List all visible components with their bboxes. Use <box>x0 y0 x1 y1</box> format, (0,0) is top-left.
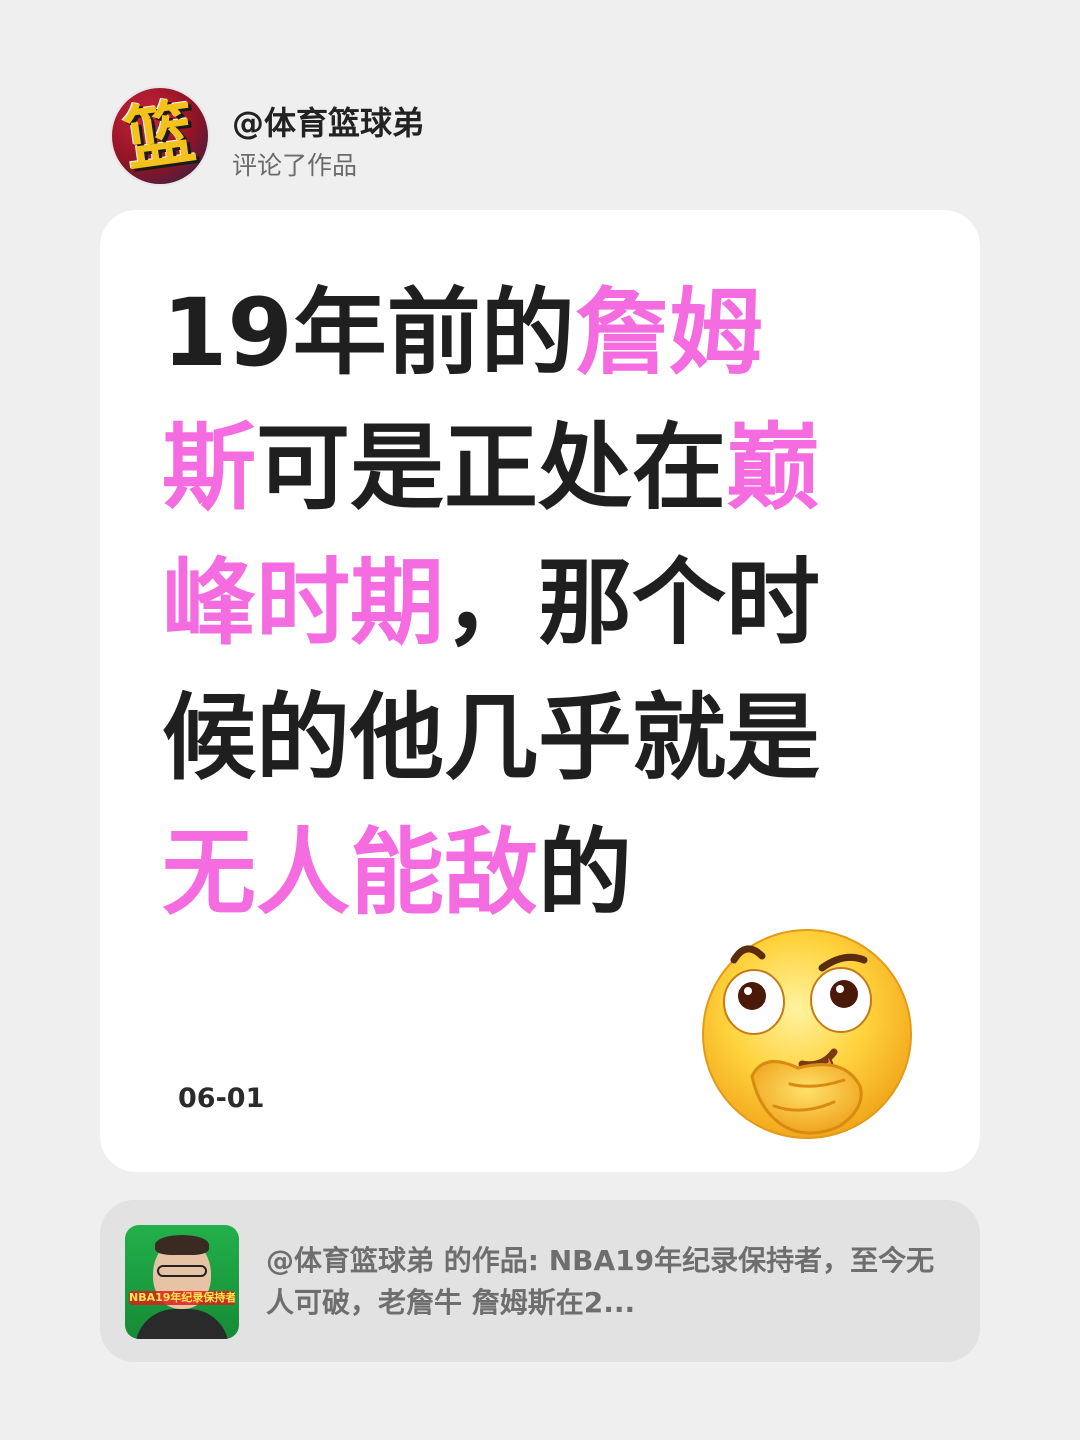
comment-segment: 19年前的 <box>162 279 575 388</box>
comment-card: 19年前的詹姆斯可是正处在巅峰时期，那个时候的他几乎就是无人能敌的 06-01 <box>100 210 980 1172</box>
comment-text: 19年前的詹姆斯可是正处在巅峰时期，那个时候的他几乎就是无人能敌的 <box>162 266 842 941</box>
work-description[interactable]: @体育篮球弟 的作品: NBA19年纪录保持者，至今无人可破，老詹牛 詹姆斯在2… <box>266 1240 946 1324</box>
thumb-caption: NBA19年纪录保持者 <box>129 1291 235 1305</box>
avatar-logo-glyph: 篮 <box>119 90 201 182</box>
comment-date: 06-01 <box>178 1083 265 1114</box>
comment-segment: 的 <box>538 819 633 928</box>
action-text: 评论了作品 <box>232 151 358 180</box>
comment-segment: 可是正处在 <box>256 414 727 523</box>
username[interactable]: @体育篮球弟 <box>232 98 424 144</box>
thinking-face-icon <box>702 929 912 1139</box>
avatar[interactable]: 篮 <box>112 88 208 184</box>
comment-header: 篮 @体育篮球弟 评论了作品 <box>112 88 812 188</box>
comment-highlight: 无人能敌 <box>162 819 539 928</box>
thumb-hair-shape <box>155 1235 209 1255</box>
work-thumbnail[interactable]: NBA19年纪录保持者 <box>125 1225 239 1339</box>
work-link[interactable]: NBA19年纪录保持者 @体育篮球弟 的作品: NBA19年纪录保持者，至今无人… <box>100 1200 980 1362</box>
thumb-glasses-shape <box>157 1265 207 1277</box>
thumb-body-shape <box>135 1309 229 1339</box>
